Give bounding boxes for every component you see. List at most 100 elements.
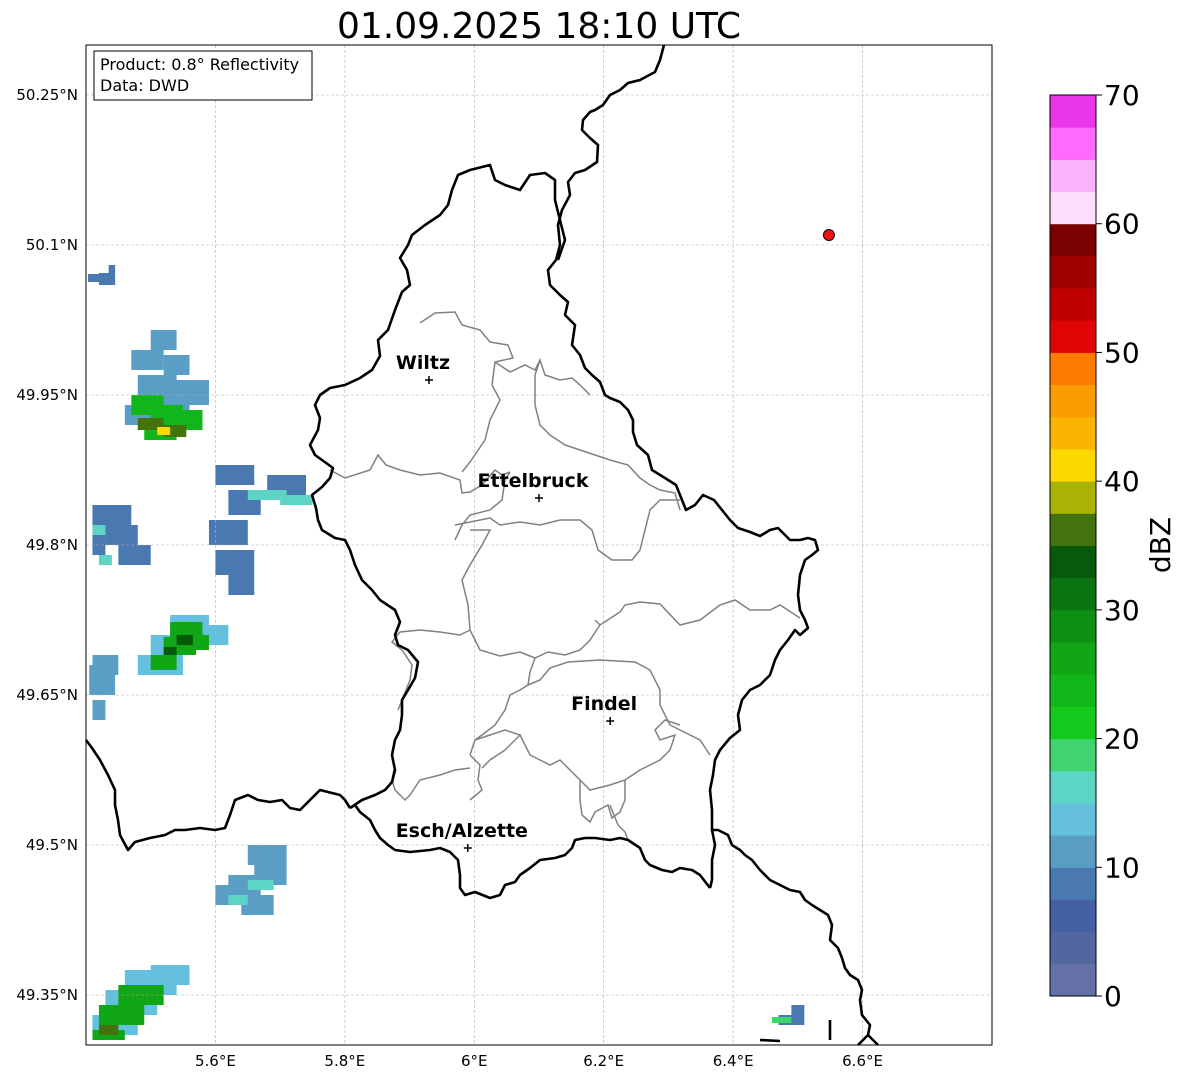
echo-cell <box>208 520 248 545</box>
colorbar-tick-label: 10 <box>1104 851 1140 884</box>
echo-cell <box>228 895 248 905</box>
colorbar-tick-label: 0 <box>1104 980 1122 1013</box>
city-wiltz: Wiltz <box>396 352 450 384</box>
colorbar-segment <box>1050 191 1096 225</box>
echo-cell <box>150 965 190 985</box>
radar-figure: 01.09.2025 18:10 UTC Wiltz Ettelbruck Find… <box>16 6 1177 1070</box>
city-label: Esch/Alzette <box>396 820 528 842</box>
colorbar-segment <box>1050 320 1096 353</box>
echo-cell <box>150 655 177 670</box>
lat-tick-label: 49.8°N <box>26 536 78 554</box>
lat-tick-label: 50.1°N <box>26 236 78 254</box>
echo-cell <box>176 635 193 645</box>
colorbar-segment <box>1050 899 1096 933</box>
echo-cell <box>108 265 116 285</box>
colorbar-segment <box>1050 545 1096 579</box>
echo-cluster-west-middle <box>92 465 307 595</box>
colorbar-segment <box>1050 255 1096 289</box>
colorbar-segment <box>1050 609 1096 643</box>
echo-cell <box>163 647 177 655</box>
colorbar-segment <box>1050 127 1096 160</box>
colorbar-segment <box>1050 642 1096 675</box>
colorbar-segment <box>1050 95 1096 128</box>
echo-cluster-west-edge <box>89 655 119 720</box>
colorbar-tick-label: 40 <box>1104 465 1140 498</box>
echo-cell <box>92 525 106 535</box>
echo-cell <box>92 700 106 720</box>
echo-cell <box>215 465 255 485</box>
colorbar-segment <box>1050 867 1096 900</box>
colorbar-segment <box>1050 288 1096 321</box>
lat-tick-label: 49.95°N <box>16 386 78 404</box>
colorbar-ticks: 0 10 20 30 40 50 60 70 <box>1096 79 1140 1013</box>
lon-tick-label: 6.6°E <box>842 1052 883 1070</box>
colorbar-segment <box>1050 448 1096 482</box>
colorbar-segment <box>1050 481 1096 514</box>
colorbar-segment <box>1050 352 1096 386</box>
echo-cell <box>98 555 112 565</box>
echo-cell <box>98 1025 119 1035</box>
colorbar-segments <box>1050 95 1096 997</box>
echo-cell <box>87 274 100 282</box>
city-findel: Findel <box>571 693 637 725</box>
colorbar-segment <box>1050 770 1096 804</box>
map-title: 01.09.2025 18:10 UTC <box>337 6 741 47</box>
colorbar-segment <box>1050 577 1096 611</box>
echo-cell <box>215 550 255 575</box>
lon-tick-label: 5.8°E <box>324 1052 365 1070</box>
colorbar-segment <box>1050 416 1096 450</box>
lon-tick-label: 6.2°E <box>583 1052 624 1070</box>
echo-cell <box>247 880 274 890</box>
lon-tick-label: 6.4°E <box>713 1052 754 1070</box>
radar-echo-layer <box>87 265 805 1040</box>
colorbar-segment <box>1050 159 1096 193</box>
map-area: Wiltz Ettelbruck Findel Esch/Alzette <box>84 44 992 1046</box>
colorbar-segment <box>1050 835 1096 868</box>
info-data-source: Data: DWD <box>100 76 189 95</box>
lat-tick-label: 50.25°N <box>16 86 78 104</box>
colorbar-tick-label: 20 <box>1104 723 1140 756</box>
colorbar-tick-label: 30 <box>1104 594 1140 627</box>
colorbar-tick-label: 70 <box>1104 79 1140 112</box>
colorbar-segment <box>1050 513 1096 546</box>
echo-cell <box>280 495 313 505</box>
echo-cell <box>98 1005 145 1025</box>
echo-cell <box>247 845 287 865</box>
colorbar-segment <box>1050 674 1096 707</box>
echo-cell <box>771 1017 792 1023</box>
echo-cell <box>118 545 151 565</box>
colorbar-segment <box>1050 802 1096 836</box>
canton-borders <box>329 311 801 841</box>
lon-tick-label: 5.6°E <box>195 1052 236 1070</box>
echo-cell <box>131 350 164 370</box>
colorbar-tick-label: 60 <box>1104 208 1140 241</box>
echo-cell <box>791 1005 805 1015</box>
colorbar-segment <box>1050 223 1096 257</box>
colorbar-label: dBZ <box>1144 517 1177 573</box>
echo-cell <box>92 655 119 675</box>
city-label: Ettelbruck <box>478 470 589 492</box>
echo-cell <box>150 330 177 350</box>
lon-tick-label: 6°E <box>461 1052 488 1070</box>
echo-cell <box>105 525 138 545</box>
colorbar-segment <box>1050 931 1096 965</box>
colorbar-segment <box>1050 706 1096 740</box>
colorbar-segment <box>1050 963 1096 997</box>
colorbar-segment <box>1050 738 1096 772</box>
echo-cluster-nw-small <box>87 265 116 285</box>
lat-tick-label: 49.65°N <box>16 686 78 704</box>
radar-site-marker <box>822 229 835 241</box>
city-label: Wiltz <box>396 352 450 374</box>
echo-cell <box>163 355 190 375</box>
echo-cell <box>157 427 171 435</box>
colorbar: 0 10 20 30 40 50 60 70 dBZ <box>1049 79 1177 1013</box>
echo-peak-west-north-yellow <box>157 427 171 435</box>
lat-tick-label: 49.35°N <box>16 986 78 1004</box>
info-product: Product: 0.8° Reflectivity <box>100 55 299 74</box>
echo-peak-south-corner <box>98 1025 119 1035</box>
lat-tick-label: 49.5°N <box>26 836 78 854</box>
colorbar-segment <box>1050 384 1096 418</box>
colorbar-tick-label: 50 <box>1104 336 1140 369</box>
city-ettelbruck: Ettelbruck <box>478 470 589 502</box>
echo-cell <box>228 575 255 595</box>
